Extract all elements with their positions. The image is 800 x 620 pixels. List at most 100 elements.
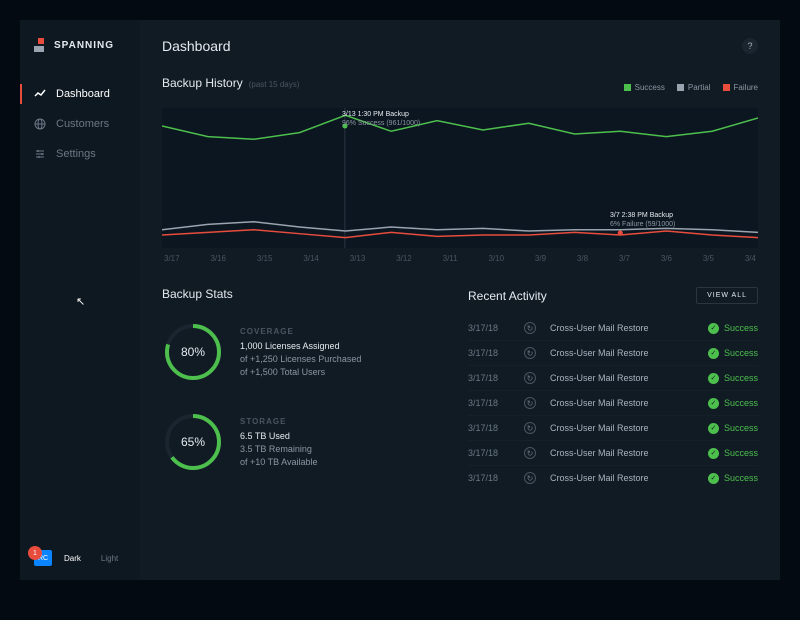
chart-tooltip-success: 3/13 1:30 PM Backup 96% Success (961/100… (342, 110, 420, 128)
activity-desc: Cross-User Mail Restore (550, 423, 694, 433)
sliders-icon (34, 148, 46, 160)
activity-status: ✓Success (708, 423, 758, 434)
activity-date: 3/17/18 (468, 348, 510, 358)
activity-date: 3/17/18 (468, 398, 510, 408)
activity-desc: Cross-User Mail Restore (550, 373, 694, 383)
check-icon: ✓ (708, 473, 719, 484)
coverage-card: 80% COVERAGE 1,000 Licenses Assigned of … (162, 315, 442, 383)
sidebar-item-settings[interactable]: Settings (20, 140, 140, 168)
activity-status: ✓Success (708, 348, 758, 359)
theme-dark-button[interactable]: Dark (56, 551, 89, 566)
restore-icon (524, 372, 536, 384)
activity-date: 3/17/18 (468, 323, 510, 333)
restore-icon (524, 422, 536, 434)
activity-row[interactable]: 3/17/18 Cross-User Mail Restore ✓Success (468, 366, 758, 391)
x-tick: 3/14 (303, 254, 319, 263)
activity-row[interactable]: 3/17/18 Cross-User Mail Restore ✓Success (468, 316, 758, 341)
restore-icon (524, 447, 536, 459)
sidebar-item-customers[interactable]: Customers (20, 110, 140, 138)
activity-date: 3/17/18 (468, 448, 510, 458)
activity-status: ✓Success (708, 448, 758, 459)
activity-desc: Cross-User Mail Restore (550, 398, 694, 408)
activity-desc: Cross-User Mail Restore (550, 348, 694, 358)
activity-row[interactable]: 3/17/18 Cross-User Mail Restore ✓Success (468, 391, 758, 416)
chart-tooltip-failure: 3/7 2:38 PM Backup 6% Failure (59/1000) (610, 211, 675, 229)
activity-date: 3/17/18 (468, 473, 510, 483)
coverage-label: COVERAGE (240, 327, 361, 336)
globe-icon (34, 118, 46, 130)
activity-desc: Cross-User Mail Restore (550, 323, 694, 333)
activity-status: ✓Success (708, 398, 758, 409)
sidebar-item-dashboard[interactable]: Dashboard (20, 80, 140, 108)
backup-stats-panel: Backup Stats 80% COVERAGE 1,000 Licenses… (162, 287, 442, 495)
storage-card: 65% STORAGE 6.5 TB Used 3.5 TB Remaining… (162, 405, 442, 473)
activity-date: 3/17/18 (468, 373, 510, 383)
sidebar-item-label: Dashboard (56, 88, 110, 100)
restore-icon (524, 472, 536, 484)
check-icon: ✓ (708, 323, 719, 334)
activity-row[interactable]: 3/17/18 Cross-User Mail Restore ✓Success (468, 441, 758, 466)
x-tick: 3/6 (661, 254, 672, 263)
activity-status: ✓Success (708, 323, 758, 334)
storage-label: STORAGE (240, 417, 317, 426)
restore-icon (524, 322, 536, 334)
activity-desc: Cross-User Mail Restore (550, 448, 694, 458)
activity-status: ✓Success (708, 473, 758, 484)
x-tick: 3/5 (703, 254, 714, 263)
chart-legend: Success Partial Failure (624, 83, 758, 92)
nav: Dashboard Customers Settings (20, 80, 140, 168)
check-icon: ✓ (708, 348, 719, 359)
storage-donut: 65% (162, 411, 224, 473)
chart-x-axis: 3/17 3/16 3/15 3/14 3/13 3/12 3/11 3/10 3/9 3/8 3/… (162, 254, 758, 263)
activity-status: ✓Success (708, 373, 758, 384)
cursor-icon: ↖ (76, 295, 85, 308)
restore-icon (524, 347, 536, 359)
x-tick: 3/12 (396, 254, 412, 263)
activity-row[interactable]: 3/17/18 Cross-User Mail Restore ✓Success (468, 466, 758, 490)
x-tick: 3/11 (443, 254, 458, 263)
logo-icon (34, 38, 48, 52)
backup-history-title: Backup History (162, 76, 243, 90)
x-tick: 3/4 (745, 254, 756, 263)
view-all-button[interactable]: VIEW ALL (696, 287, 758, 304)
recent-activity-title: Recent Activity (468, 289, 547, 303)
x-tick: 3/15 (257, 254, 273, 263)
check-icon: ✓ (708, 448, 719, 459)
check-icon: ✓ (708, 423, 719, 434)
activity-row[interactable]: 3/17/18 Cross-User Mail Restore ✓Success (468, 341, 758, 366)
theme-toggle: 1 RC Dark Light (34, 550, 126, 566)
x-tick: 3/7 (619, 254, 630, 263)
x-tick: 3/16 (210, 254, 226, 263)
main: Dashboard ? Backup History (past 15 days… (140, 20, 780, 580)
coverage-donut: 80% (162, 321, 224, 383)
brand-name: SPANNING (54, 40, 114, 51)
x-tick: 3/17 (164, 254, 180, 263)
restore-icon (524, 397, 536, 409)
page-header: Dashboard ? (162, 38, 758, 54)
brand-logo: SPANNING (20, 38, 140, 52)
recent-activity-panel: Recent Activity VIEW ALL 3/17/18 Cross-Us… (468, 287, 758, 495)
legend-partial: Partial (677, 83, 711, 92)
x-tick: 3/13 (350, 254, 366, 263)
trend-icon (34, 88, 46, 100)
backup-history-subtitle: (past 15 days) (249, 80, 300, 89)
x-tick: 3/8 (577, 254, 588, 263)
sidebar-item-label: Settings (56, 148, 96, 160)
theme-light-button[interactable]: Light (93, 551, 126, 566)
help-icon[interactable]: ? (742, 38, 758, 54)
check-icon: ✓ (708, 373, 719, 384)
backup-stats-title: Backup Stats (162, 287, 442, 301)
legend-failure: Failure (723, 83, 758, 92)
chart-header: Backup History (past 15 days) Success Pa… (162, 76, 758, 98)
backup-history-chart[interactable]: 3/13 1:30 PM Backup 96% Success (961/100… (162, 108, 758, 248)
legend-success: Success (624, 83, 665, 92)
activity-desc: Cross-User Mail Restore (550, 473, 694, 483)
activity-row[interactable]: 3/17/18 Cross-User Mail Restore ✓Success (468, 416, 758, 441)
notification-badge: 1 (28, 546, 42, 560)
x-tick: 3/10 (488, 254, 504, 263)
rc-badge[interactable]: 1 RC (34, 550, 52, 566)
x-tick: 3/9 (535, 254, 546, 263)
activity-date: 3/17/18 (468, 423, 510, 433)
sidebar-item-label: Customers (56, 118, 109, 130)
page-title: Dashboard (162, 38, 231, 54)
